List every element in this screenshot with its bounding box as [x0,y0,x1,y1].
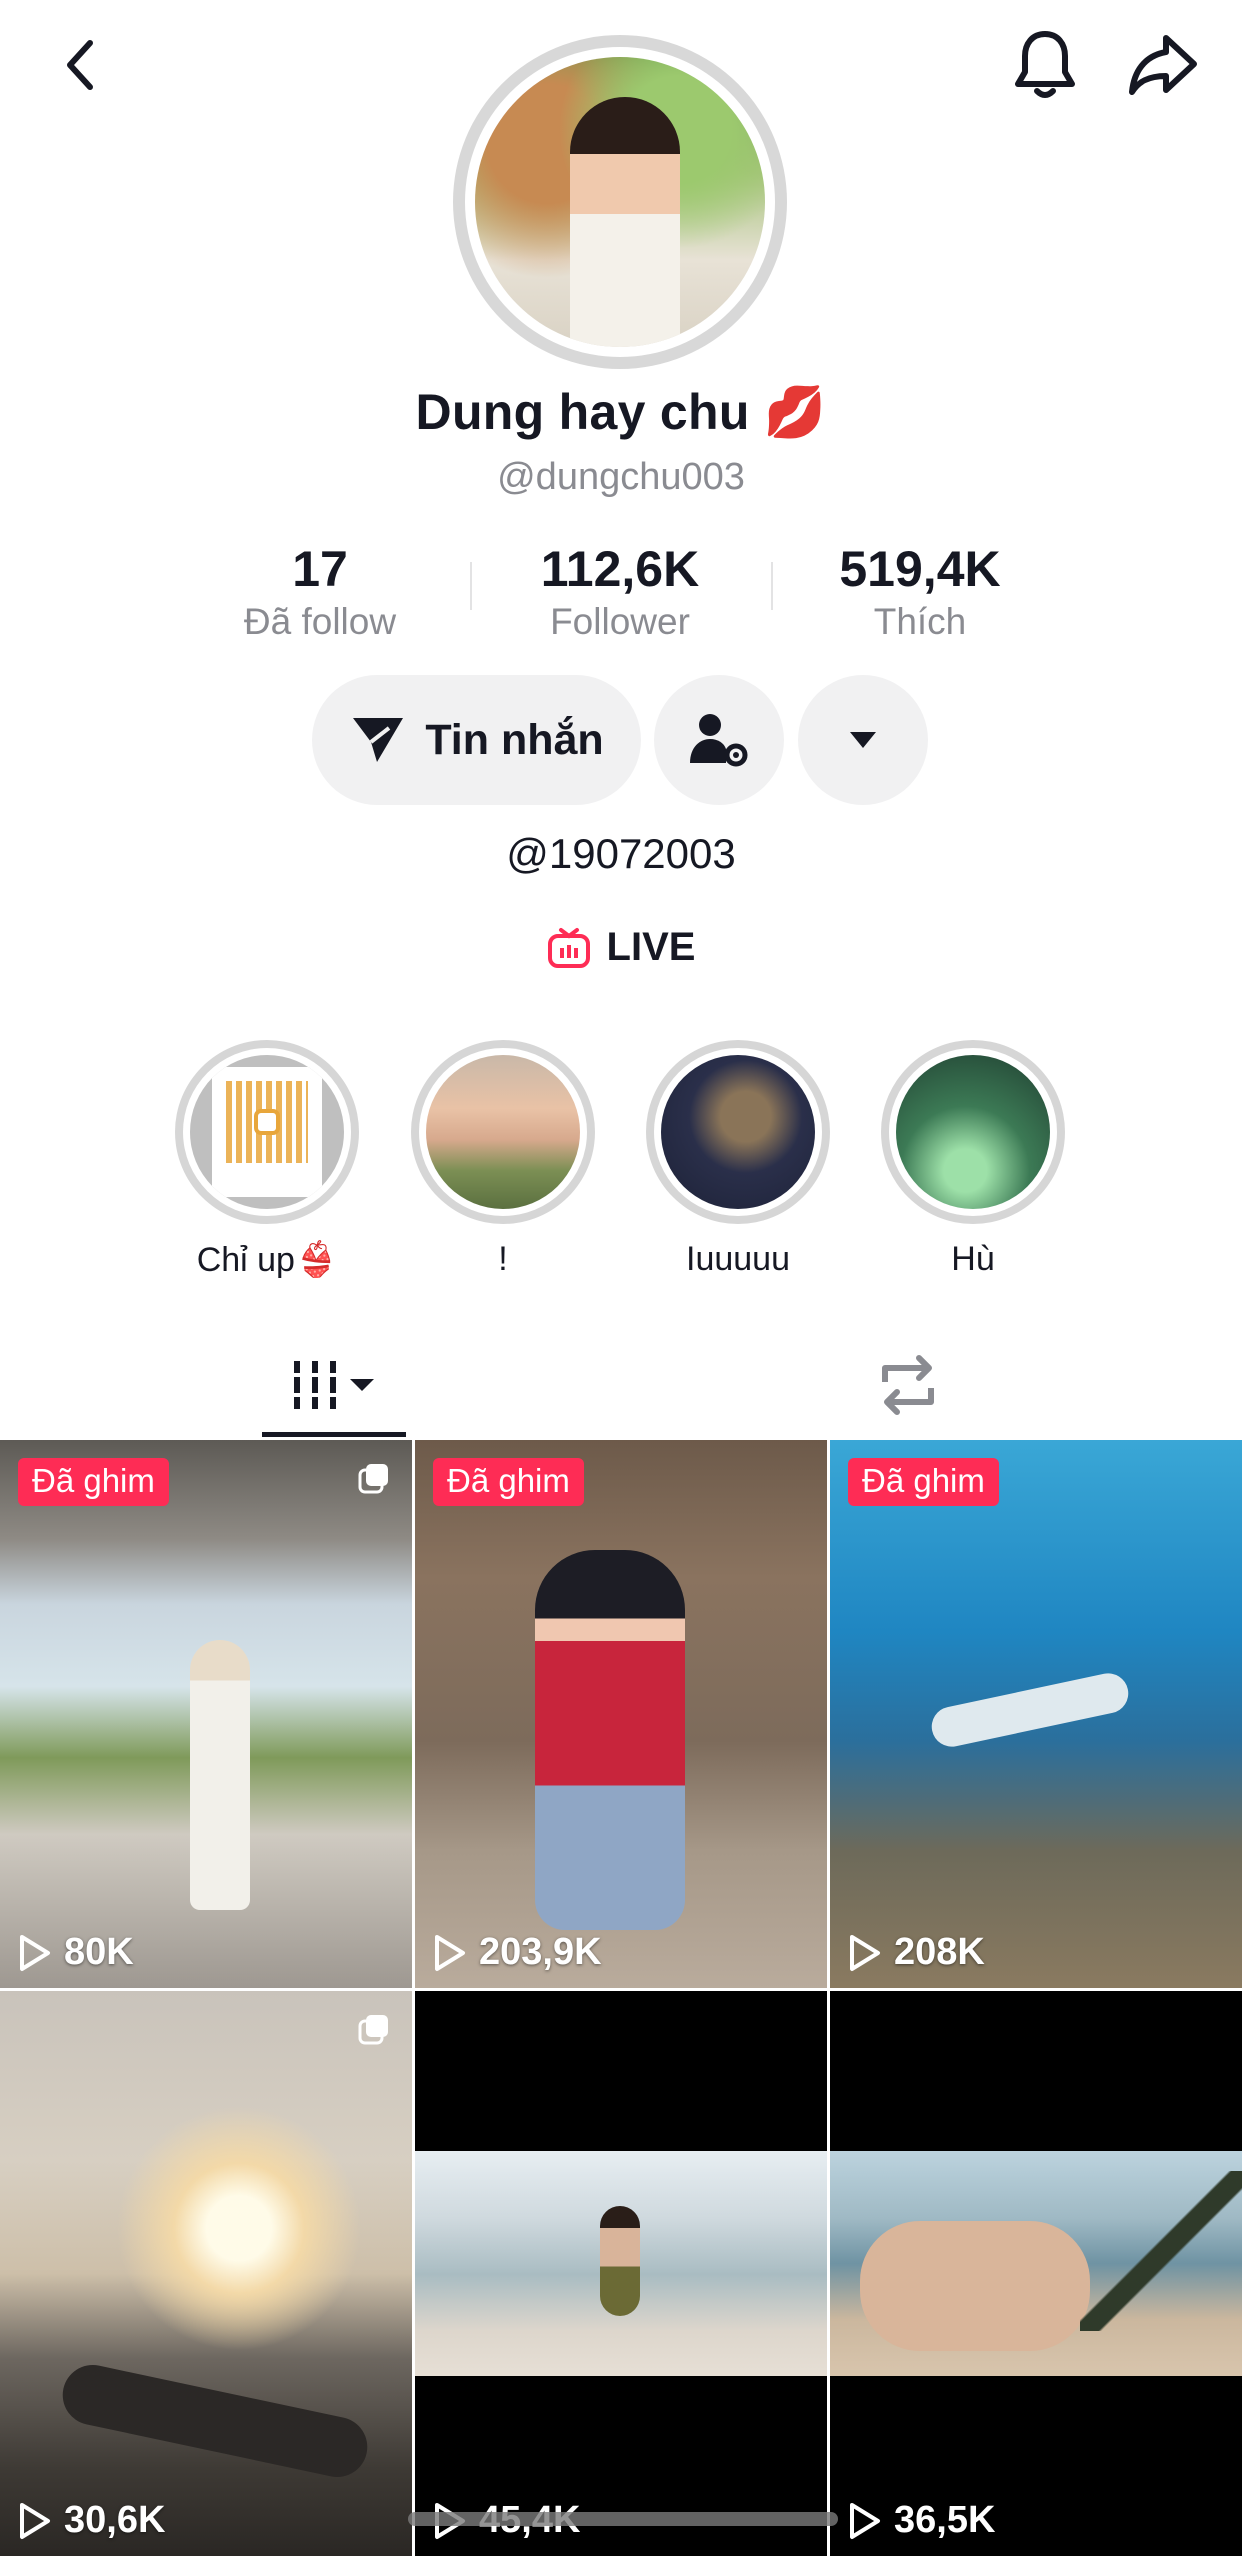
video-thumbnail-figure [928,1669,1132,1751]
video-tile[interactable]: Đã ghim 203,9K [415,1440,827,1988]
view-count: 208K [848,1931,985,1974]
view-count: 30,6K [18,2499,165,2542]
more-options-button[interactable] [798,675,928,805]
view-count: 80K [18,1931,134,1974]
view-count: 36,5K [848,2499,995,2542]
bio-text: @19072003 [506,830,736,877]
share-arrow-icon [1129,35,1197,95]
pinned-badge: Đã ghim [433,1458,584,1506]
pinned-badge: Đã ghim [848,1458,999,1506]
video-tile[interactable]: 45,4K [415,1991,827,2556]
video-thumbnail-figure [190,1640,250,1910]
highlight-thumbnail [896,1055,1050,1209]
video-tile[interactable]: Đã ghim 80K [0,1440,412,1988]
play-icon [850,1934,880,1971]
bell-icon [1015,31,1075,98]
multi-photo-icon [358,2015,388,2045]
back-button[interactable] [40,20,120,110]
highlight-item[interactable]: ! [408,1040,598,1279]
highlight-thumbnail [426,1055,580,1209]
share-button[interactable] [1118,20,1208,110]
video-thumbnail-scene [830,2151,1242,2376]
play-icon [20,1934,50,1971]
highlight-item[interactable]: Iuuuuu [643,1040,833,1279]
avatar[interactable] [453,35,787,369]
video-tile[interactable]: 30,6K [0,1991,412,2556]
live-tv-icon [547,927,590,968]
highlight-thumbnail [190,1055,344,1209]
instagram-icon [254,1109,280,1135]
username: @dungchu003 [497,456,745,498]
message-button[interactable]: Tin nhắn [312,675,641,805]
live-link[interactable]: LIVE [0,925,1242,970]
video-thumbnail-figure [57,2359,373,2483]
caret-down-icon [850,732,876,748]
video-tile[interactable]: Đã ghim 208K [830,1440,1242,1988]
send-icon [353,718,404,762]
friend-settings-button[interactable] [654,675,784,805]
stat-followers[interactable]: 112,6K Follower [470,540,770,646]
video-tile[interactable]: 36,5K [830,1991,1242,2556]
grid-icon [290,1361,374,1409]
active-tab-indicator [262,1432,406,1437]
multi-photo-icon [358,1464,388,1494]
repost-icon [882,1355,934,1415]
stat-following[interactable]: 17 Đã follow [170,540,470,646]
video-thumbnail-figure [535,1550,685,1930]
play-icon [20,2502,50,2539]
play-icon [435,1934,465,1971]
play-icon [850,2502,880,2539]
notifications-button[interactable] [1000,20,1090,110]
pinned-badge: Đã ghim [18,1458,169,1506]
qr-code-card [212,1067,322,1197]
display-name: Dung hay chu 💋 [415,384,827,440]
highlight-thumbnail [661,1055,815,1209]
video-thumbnail-scene [415,2151,827,2376]
chevron-left-icon [67,40,93,90]
highlight-item[interactable]: Hù [878,1040,1068,1279]
tab-videos[interactable] [262,1340,406,1430]
highlight-item[interactable]: Chỉ up👙 [172,1040,362,1280]
stat-likes[interactable]: 519,4K Thích [770,540,1070,646]
avatar-photo [475,57,765,347]
kiss-emoji: 💋 [763,384,827,440]
user-settings-icon [690,714,748,767]
view-count: 203,9K [433,1931,602,1974]
tab-reposts[interactable] [858,1340,958,1430]
home-indicator[interactable] [408,2512,838,2526]
